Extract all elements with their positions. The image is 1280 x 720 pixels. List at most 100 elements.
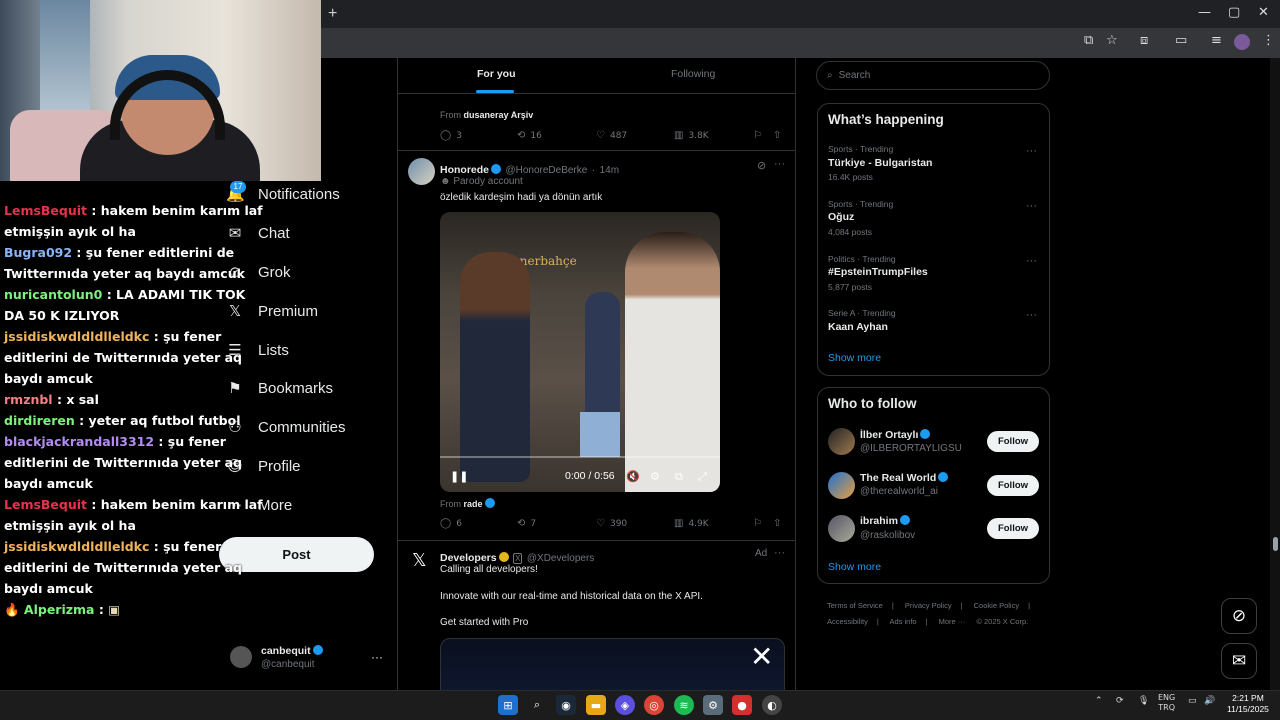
- obs-icon[interactable]: ◐: [762, 695, 782, 715]
- video-progress-bar[interactable]: [440, 456, 720, 458]
- grok-icon[interactable]: ⊘: [757, 159, 766, 172]
- ad-media-card[interactable]: [440, 638, 785, 698]
- repost-button[interactable]: ⟲ 16: [517, 130, 542, 141]
- extensions-icon[interactable]: ⧈: [1140, 33, 1148, 48]
- trend-title[interactable]: #EpsteinTrumpFiles: [828, 266, 928, 278]
- follow-name[interactable]: ibrahim: [860, 515, 910, 527]
- share-button[interactable]: ⇧: [773, 130, 786, 141]
- volume-icon[interactable]: 🔊: [1204, 696, 1215, 706]
- reply-button[interactable]: ◯ 3: [440, 130, 462, 141]
- ad-author-handle[interactable]: @XDevelopers: [527, 553, 594, 564]
- reading-list-icon[interactable]: ≡: [1211, 33, 1222, 48]
- ad-author-name[interactable]: Developers: [440, 552, 497, 564]
- close-window-button[interactable]: ✕: [1258, 5, 1269, 20]
- trend-more-button[interactable]: ···: [1026, 309, 1037, 321]
- share-button[interactable]: ⇧: [773, 518, 786, 529]
- discord-like-app-icon[interactable]: ◈: [615, 695, 635, 715]
- sidebar-icon[interactable]: ▭: [1175, 33, 1187, 48]
- ad-text-line: Get started with Pro: [440, 617, 529, 628]
- mute-icon[interactable]: 🔇: [626, 470, 640, 483]
- minimize-button[interactable]: —: [1198, 5, 1211, 20]
- footer-link[interactable]: Accessibility: [827, 617, 868, 626]
- trend-more-button[interactable]: ···: [1026, 200, 1037, 212]
- account-name[interactable]: canbequit: [261, 645, 323, 657]
- video-settings-icon[interactable]: ⚙: [650, 470, 660, 483]
- footer-link[interactable]: Terms of Service: [827, 601, 883, 610]
- spotify-icon[interactable]: ≋: [674, 695, 694, 715]
- fullscreen-icon[interactable]: ⤢: [698, 470, 707, 484]
- search-icon[interactable]: ⌕: [527, 695, 547, 715]
- trend-more-button[interactable]: ···: [1026, 255, 1037, 267]
- microphone-icon[interactable]: 🎙: [1138, 696, 1149, 706]
- browser-menu-icon[interactable]: ⋮: [1262, 33, 1275, 48]
- ad-more-button[interactable]: ···: [774, 547, 785, 559]
- trend-title[interactable]: Türkiye - Bulgaristan: [828, 157, 932, 169]
- like-button[interactable]: ♡ 390: [596, 518, 627, 529]
- repost-button[interactable]: ⟲ 7: [517, 518, 536, 529]
- views-button[interactable]: ▥ 3.8K: [674, 130, 709, 141]
- steam-icon[interactable]: ◉: [556, 695, 576, 715]
- settings-icon[interactable]: ⚙: [703, 695, 723, 715]
- bookmark-button[interactable]: ⚐: [753, 130, 767, 141]
- tweet-time[interactable]: 14m: [600, 165, 619, 176]
- tweet-video[interactable]: Fenerbahçe ❚❚ 0:00 / 0:56 🔇 ⚙ ⧉ ⤢: [440, 212, 720, 492]
- follow-name[interactable]: İlber Ortaylı: [860, 429, 931, 441]
- webcam-overlay: [0, 0, 321, 181]
- follow-button[interactable]: Follow: [987, 475, 1039, 496]
- profile-avatar[interactable]: [1234, 34, 1250, 50]
- pip-icon[interactable]: ⧉: [675, 470, 683, 484]
- footer-link[interactable]: More ···: [939, 617, 966, 626]
- follow-avatar[interactable]: [828, 428, 855, 455]
- page-scrollbar[interactable]: [1270, 58, 1280, 690]
- follow-show-more[interactable]: Show more: [828, 561, 881, 573]
- follow-avatar[interactable]: [828, 515, 855, 542]
- account-avatar[interactable]: [230, 646, 252, 668]
- verified-badge-icon: [484, 498, 495, 508]
- parody-label: ☻ Parody account: [440, 176, 523, 187]
- grok-fab-icon[interactable]: ⊘: [1221, 598, 1257, 634]
- trend-title[interactable]: Oğuz: [828, 211, 854, 223]
- file-explorer-icon[interactable]: ▬: [586, 695, 606, 715]
- recording-app-icon[interactable]: ●: [732, 695, 752, 715]
- tweet-author-name[interactable]: Honorede: [440, 164, 489, 176]
- x-logo-avatar-icon[interactable]: 𝕏: [412, 550, 427, 571]
- follow-name[interactable]: The Real World: [860, 472, 949, 484]
- reply-button[interactable]: ◯ 6: [440, 518, 462, 529]
- account-menu-button[interactable]: ···: [371, 650, 383, 664]
- bookmark-button[interactable]: ⚐: [753, 518, 767, 529]
- tweet-author-avatar[interactable]: [408, 158, 435, 185]
- network-icon[interactable]: ▭: [1188, 696, 1197, 706]
- tray-chevron-icon[interactable]: ⌃: [1095, 696, 1103, 706]
- pause-icon[interactable]: ❚❚: [450, 470, 468, 483]
- scrollbar-thumb[interactable]: [1273, 537, 1278, 551]
- messages-fab-icon[interactable]: ✉: [1221, 643, 1257, 679]
- footer-link[interactable]: Ads info: [889, 617, 916, 626]
- like-button[interactable]: ♡ 487: [596, 130, 627, 141]
- follow-button[interactable]: Follow: [987, 518, 1039, 539]
- tab-for-you[interactable]: For you: [477, 68, 516, 80]
- footer-link[interactable]: Cookie Policy: [974, 601, 1019, 610]
- install-app-icon[interactable]: ⧉: [1084, 33, 1093, 48]
- tray-app-icon[interactable]: ⟳: [1116, 696, 1124, 706]
- tweet-more-button[interactable]: ···: [774, 158, 785, 170]
- maximize-button[interactable]: ▢: [1228, 5, 1240, 20]
- tweet-source[interactable]: From dusaneray Arşiv: [440, 110, 533, 120]
- follow-button[interactable]: Follow: [987, 431, 1039, 452]
- chrome-icon[interactable]: ◎: [644, 695, 664, 715]
- bookmark-star-icon[interactable]: ☆: [1106, 33, 1118, 48]
- start-icon[interactable]: ⊞: [498, 695, 518, 715]
- taskbar-clock[interactable]: 2:21 PM 11/15/2025: [1227, 693, 1269, 715]
- new-tab-button[interactable]: +: [328, 5, 337, 23]
- language-indicator[interactable]: ENG TRQ: [1158, 693, 1175, 713]
- trend-more-button[interactable]: ···: [1026, 145, 1037, 157]
- tweet-source[interactable]: From rade: [440, 498, 495, 509]
- trends-show-more[interactable]: Show more: [828, 352, 881, 364]
- tweet-author-handle[interactable]: @HonoreDeBerke: [505, 165, 587, 176]
- search-input[interactable]: ⌕ Search: [816, 61, 1050, 90]
- trend-title[interactable]: Kaan Ayhan: [828, 321, 888, 333]
- views-button[interactable]: ▥ 4.9K: [674, 518, 709, 529]
- tab-following[interactable]: Following: [671, 68, 715, 80]
- footer-link[interactable]: Privacy Policy: [905, 601, 952, 610]
- chat-message: rmznbl : x sal: [4, 392, 99, 407]
- follow-avatar[interactable]: [828, 472, 855, 499]
